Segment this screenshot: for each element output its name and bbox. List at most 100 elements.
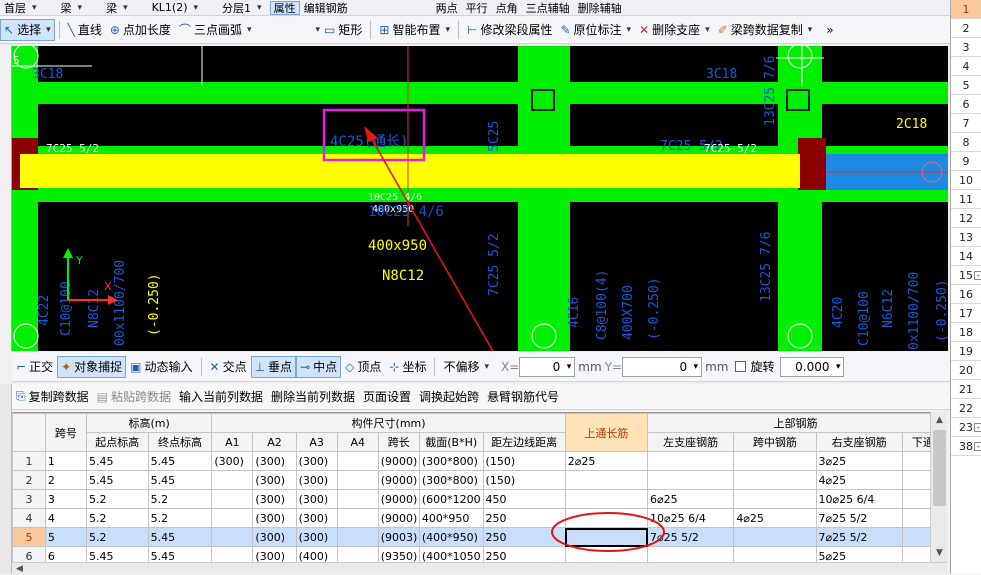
cell-through[interactable]: 2⌀25 [564, 451, 649, 471]
cell-a2[interactable]: (300) [252, 546, 297, 562]
layer-select[interactable]: 分层1 [218, 1, 255, 15]
table-row[interactable]: 6 6 5.45 5.45 (300) (400) (9350) (400*1050 250 5⌀… [12, 546, 930, 562]
cell-s[interactable]: 5.45 [85, 546, 149, 562]
arc-button[interactable]: ⌒ 三点画弧 ▾ [175, 19, 256, 41]
right-panel-row[interactable]: 12 [951, 209, 981, 228]
table-row[interactable]: 5 5 5.2 5.45 (300) (300) (9003) (400*950) 250 7⌀2… [12, 527, 930, 547]
cell-ls[interactable] [646, 470, 735, 490]
three-point-axis-button[interactable]: 三点辅轴 [522, 1, 574, 15]
right-panel-row[interactable]: 20 [951, 361, 981, 380]
expand-icon[interactable]: - [974, 423, 981, 432]
cell-len[interactable]: (9350) [377, 546, 420, 562]
cell-a4[interactable] [336, 508, 379, 528]
offset-select[interactable]: 不偏移 ▾ [439, 356, 493, 378]
cell-dist[interactable]: 250 [482, 508, 566, 528]
cell-mid[interactable]: 4⌀25 [733, 508, 817, 528]
cad-canvas[interactable]: 3C18 3C18 13C25 7/6 2C18 7C25 5/2 4C25(通… [12, 46, 948, 351]
cell-span[interactable]: 1 [44, 451, 87, 471]
right-panel-row[interactable]: 19 [951, 342, 981, 361]
rotate-input[interactable]: 0.000 [780, 356, 845, 377]
delete-axis-button[interactable]: 删除辅轴 [574, 1, 626, 15]
right-panel-row[interactable]: 23- [951, 418, 981, 437]
cell-dist[interactable]: 450 [482, 489, 566, 509]
cell-a2[interactable]: (300) [252, 470, 297, 490]
row-number[interactable]: 4 [12, 508, 46, 528]
scroll-thumb[interactable] [933, 430, 946, 506]
cell-sec[interactable]: (400*950) [418, 527, 484, 547]
cell-s[interactable]: 5.2 [85, 527, 149, 547]
cell-a4[interactable] [336, 470, 379, 490]
table-row[interactable]: 4 4 5.2 5.2 (300) (300) (9000) 400*950 250 10⌀25 … [12, 508, 930, 528]
two-point-button[interactable]: 两点 [432, 1, 462, 15]
cell-e[interactable]: 5.2 [147, 489, 213, 509]
right-panel-row[interactable]: 11 [951, 190, 981, 209]
cell-sec[interactable]: (400*1050 [418, 546, 484, 562]
rect-button[interactable]: ▭ 矩形 [320, 19, 366, 41]
expand-icon[interactable]: - [974, 271, 981, 280]
cell-span[interactable]: 4 [44, 508, 87, 528]
cell-span[interactable]: 3 [44, 489, 87, 509]
cell-lower-through[interactable] [901, 546, 930, 562]
paste-span-button[interactable]: ▤ 粘贴跨数据 [93, 386, 175, 408]
cell-a4[interactable] [336, 527, 379, 547]
cell-a2[interactable]: (300) [252, 489, 297, 509]
header-end-elev[interactable]: 终点标高 [147, 432, 213, 452]
right-panel-row[interactable]: 15- [951, 266, 981, 285]
cell-dist[interactable]: 250 [482, 546, 566, 562]
scroll-up-icon[interactable]: ▲ [931, 412, 948, 429]
header-a3[interactable]: A3 [295, 432, 338, 452]
cell-lower-through[interactable] [901, 489, 930, 509]
cell-mid[interactable] [733, 470, 817, 490]
right-panel-row[interactable]: 14 [951, 247, 981, 266]
header-edge-dist[interactable]: 距左边线距离 [482, 432, 566, 452]
cell-ls[interactable]: 10⌀25 6/4 [646, 508, 735, 528]
cell-through[interactable] [564, 470, 649, 490]
cell-a2[interactable]: (300) [252, 451, 297, 471]
header-left-support[interactable]: 左支座钢筋 [646, 432, 735, 452]
header-start-elev[interactable]: 起点标高 [85, 432, 149, 452]
cell-span[interactable]: 6 [44, 546, 87, 562]
scroll-down-icon[interactable]: ▼ [931, 545, 948, 562]
rotate-checkbox[interactable] [735, 361, 747, 372]
floor-select[interactable]: 首层 [0, 1, 30, 15]
grid-horizontal-scrollbar[interactable]: ◀ [12, 562, 947, 574]
point-angle-button[interactable]: 点角 [492, 1, 522, 15]
cell-a4[interactable] [336, 546, 379, 562]
coordinate-button[interactable]: ⊹ 坐标 [385, 356, 430, 378]
cell-a1[interactable] [211, 546, 254, 562]
more-button[interactable]: » [822, 19, 837, 41]
cell-a2[interactable]: (300) [252, 527, 297, 547]
properties-button[interactable]: 属性 [269, 0, 300, 15]
cell-a1[interactable] [211, 470, 254, 490]
point-length-button[interactable]: ⊕ 点加长度 [106, 19, 175, 41]
right-panel-row[interactable]: 2 [951, 19, 981, 38]
cell-sec[interactable]: (300*800) [418, 451, 484, 471]
dynamic-input-button[interactable]: ▣ 动态输入 [126, 356, 196, 378]
line-button[interactable]: ╲ 直线 [64, 19, 106, 41]
cell-sec[interactable]: 400*950 [418, 508, 484, 528]
cell-dist[interactable]: (150) [482, 451, 566, 471]
cell-lower-through[interactable] [901, 527, 930, 547]
input-column-button[interactable]: 输入当前列数据 [175, 386, 267, 408]
edit-rebar-button[interactable]: 编辑钢筋 [300, 1, 352, 15]
right-panel-row[interactable]: 22 [951, 399, 981, 418]
table-row[interactable]: 3 3 5.2 5.2 (300) (300) (9000) (600*1200 450 6⌀25… [12, 489, 930, 509]
vertex-button[interactable]: ◇ 顶点 [341, 356, 385, 378]
cell-s[interactable]: 5.2 [85, 508, 149, 528]
cell-rs[interactable]: 10⌀25 6/4 [815, 489, 903, 509]
cell-e[interactable]: 5.2 [147, 508, 213, 528]
cell-a3[interactable]: (300) [295, 470, 338, 490]
row-number[interactable]: 2 [12, 470, 46, 490]
right-panel-row[interactable]: 8 [951, 133, 981, 152]
row-number[interactable]: 1 [12, 451, 46, 471]
subtype-select[interactable]: 梁 [102, 1, 121, 15]
right-panel-row[interactable]: 16 [951, 285, 981, 304]
right-panel-row[interactable]: 4 [951, 57, 981, 76]
object-snap-button[interactable]: ✦ 对象捕捉 [57, 355, 127, 378]
cell-through[interactable] [564, 546, 649, 562]
cell-a3[interactable]: (300) [295, 489, 338, 509]
grid-vertical-scrollbar[interactable]: ▲ ▼ [930, 412, 947, 562]
right-panel-row[interactable]: 7 [951, 114, 981, 133]
cell-through[interactable] [564, 527, 649, 547]
header-section[interactable]: 截面(B*H) [418, 432, 484, 452]
